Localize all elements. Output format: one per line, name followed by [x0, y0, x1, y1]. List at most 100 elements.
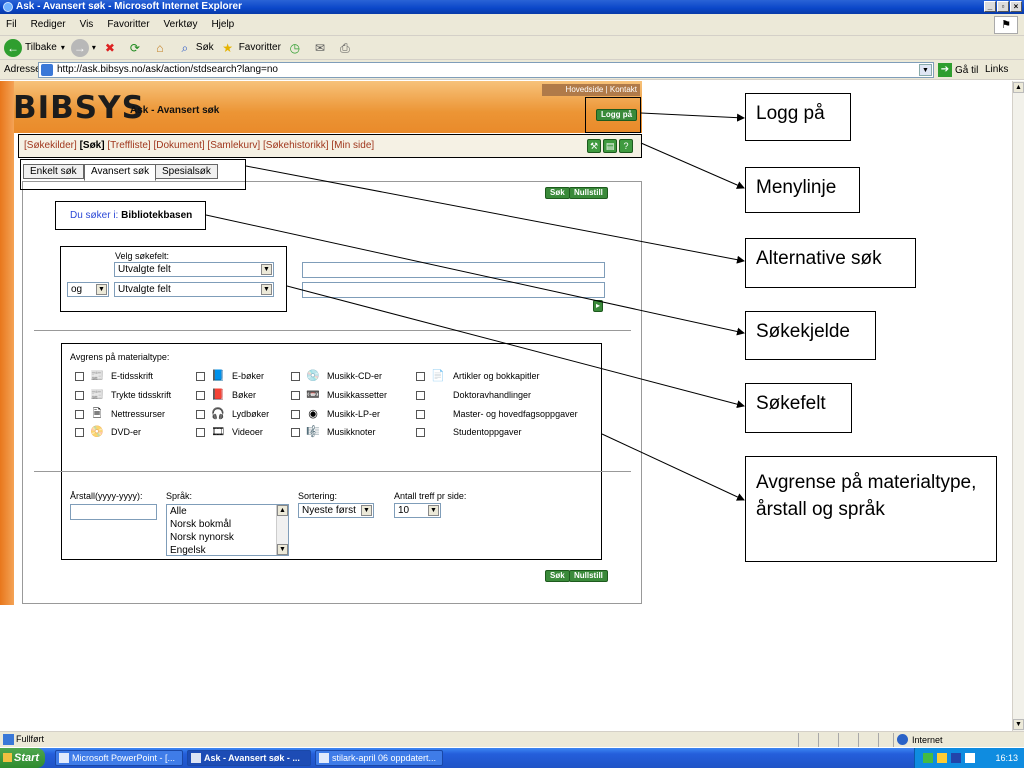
- home-button[interactable]: ⌂: [152, 40, 171, 56]
- source-value[interactable]: Bibliotekbasen: [121, 210, 192, 221]
- search-term-input-2[interactable]: [302, 282, 605, 298]
- tray-icon[interactable]: [951, 753, 961, 763]
- login-button[interactable]: Logg på: [596, 109, 638, 121]
- nav-item-mypage[interactable]: [Min side]: [331, 140, 374, 151]
- tray-icon[interactable]: [965, 753, 975, 763]
- tray-icon[interactable]: [937, 753, 947, 763]
- material-checkbox[interactable]: [196, 428, 205, 437]
- start-button[interactable]: Start: [0, 748, 45, 768]
- refresh-button[interactable]: ⟳: [127, 40, 146, 56]
- menu-help[interactable]: Hjelp: [211, 19, 234, 30]
- material-checkbox[interactable]: [291, 391, 300, 400]
- menu-edit[interactable]: Rediger: [31, 19, 66, 30]
- task-ie[interactable]: Ask - Avansert søk - ...: [187, 750, 311, 766]
- forward-button[interactable]: → ▾: [70, 38, 96, 57]
- material-checkbox[interactable]: [416, 410, 425, 419]
- tab-special-search[interactable]: Spesialsøk: [155, 164, 218, 179]
- stop-button[interactable]: ✖: [102, 40, 121, 56]
- task-powerpoint[interactable]: Microsoft PowerPoint - [...: [55, 750, 183, 766]
- menu-view[interactable]: Vis: [80, 19, 94, 30]
- material-checkbox[interactable]: [75, 372, 84, 381]
- menu-tools[interactable]: Verktøy: [164, 19, 198, 30]
- material-checkbox[interactable]: [75, 410, 84, 419]
- language-option[interactable]: Norsk nynorsk: [167, 531, 288, 544]
- material-checkbox[interactable]: [416, 372, 425, 381]
- sort-label: Sortering:: [298, 491, 338, 501]
- top-links[interactable]: Hovedside | Kontakt: [542, 84, 640, 96]
- field-select-1[interactable]: Utvalgte felt ▼: [114, 262, 274, 277]
- music-cd-icon: 💿: [306, 370, 320, 382]
- material-checkbox[interactable]: [196, 372, 205, 381]
- login-highlight-box: Logg på: [585, 97, 641, 133]
- year-input[interactable]: [70, 504, 157, 520]
- mail-button[interactable]: ✉: [312, 40, 331, 56]
- nav-item-history[interactable]: [Søkehistorikk]: [263, 140, 329, 151]
- maximize-button[interactable]: ▫: [997, 1, 1009, 12]
- taskbar: Start Microsoft PowerPoint - [... Ask - …: [0, 748, 1024, 768]
- ie-icon: [3, 2, 13, 12]
- address-input[interactable]: http://ask.bibsys.no/ask/action/stdsearc…: [38, 62, 934, 78]
- nav-item-basket[interactable]: [Samlekurv]: [207, 140, 260, 151]
- minimize-button[interactable]: _: [984, 1, 996, 12]
- go-button[interactable]: ➔ Gå til: [938, 63, 978, 77]
- scroll-down-icon[interactable]: ▼: [1013, 719, 1024, 730]
- hits-value: 10: [398, 505, 410, 516]
- language-listbox[interactable]: Alle Norsk bokmål Norsk nynorsk Engelsk …: [166, 504, 289, 556]
- tray-icon[interactable]: [923, 753, 933, 763]
- favorites-label: Favoritter: [238, 42, 281, 53]
- print-button[interactable]: ⎙: [337, 40, 356, 56]
- favorites-button[interactable]: ★ Favoritter: [220, 40, 281, 56]
- language-option[interactable]: Engelsk: [167, 544, 288, 557]
- tab-simple-search[interactable]: Enkelt søk: [23, 164, 84, 179]
- menu-file[interactable]: Fil: [6, 19, 17, 30]
- material-checkbox[interactable]: [416, 391, 425, 400]
- nav-item-search[interactable]: [Søk]: [80, 140, 105, 151]
- material-checkbox[interactable]: [291, 372, 300, 381]
- operator-select[interactable]: og ▼: [67, 282, 109, 297]
- search-term-input-1[interactable]: [302, 262, 605, 278]
- scroll-up-icon[interactable]: ▲: [277, 505, 288, 516]
- task-label: stilark-april 06 oppdatert...: [332, 753, 437, 763]
- add-field-icon[interactable]: ▸: [593, 300, 604, 312]
- search-button-top[interactable]: Søk: [545, 187, 570, 199]
- tools-icon[interactable]: ⚒: [587, 139, 601, 153]
- material-checkbox[interactable]: [75, 428, 84, 437]
- listbox-scrollbar[interactable]: ▲ ▼: [276, 505, 288, 555]
- material-checkbox[interactable]: [75, 391, 84, 400]
- print-icon[interactable]: ▤: [603, 139, 617, 153]
- bibsys-logo[interactable]: BIBSYS: [13, 90, 145, 126]
- material-title: Avgrens på materialtype:: [70, 352, 170, 362]
- tab-advanced-search[interactable]: Avansert søk: [84, 164, 157, 181]
- history-button[interactable]: ◷: [287, 40, 306, 56]
- language-option[interactable]: Norsk bokmål: [167, 518, 288, 531]
- language-option[interactable]: Alle: [167, 505, 288, 518]
- reset-button-bottom[interactable]: Nullstill: [569, 570, 608, 582]
- chevron-down-icon: ▼: [261, 264, 272, 275]
- address-dropdown-icon[interactable]: ▼: [919, 64, 932, 76]
- back-button[interactable]: ← Tilbake ▾: [4, 38, 65, 57]
- close-button[interactable]: ×: [1010, 1, 1022, 12]
- field-select-2[interactable]: Utvalgte felt ▼: [114, 282, 274, 297]
- material-label: Master- og hovedfagsoppgaver: [453, 409, 578, 419]
- scroll-up-icon[interactable]: ▲: [1013, 82, 1024, 93]
- menu-favorites[interactable]: Favoritter: [107, 19, 149, 30]
- search-button[interactable]: ⌕ Søk: [177, 40, 214, 56]
- nav-item-sources[interactable]: [Søkekilder]: [24, 140, 77, 151]
- material-checkbox[interactable]: [416, 428, 425, 437]
- sort-select[interactable]: Nyeste først ▼: [298, 503, 374, 518]
- links-button[interactable]: Links: [985, 64, 1008, 75]
- nav-item-document[interactable]: [Dokument]: [154, 140, 205, 151]
- reset-button-top[interactable]: Nullstill: [569, 187, 608, 199]
- hits-select[interactable]: 10 ▼: [394, 503, 441, 518]
- search-button-bottom[interactable]: Søk: [545, 570, 570, 582]
- material-label: DVD-er: [111, 427, 142, 437]
- material-checkbox[interactable]: [291, 410, 300, 419]
- material-checkbox[interactable]: [291, 428, 300, 437]
- vertical-scrollbar[interactable]: ▲ ▼: [1012, 81, 1024, 731]
- material-checkbox[interactable]: [196, 410, 205, 419]
- nav-item-hitlist[interactable]: [Treffliste]: [107, 140, 150, 151]
- scroll-down-icon[interactable]: ▼: [277, 544, 288, 555]
- help-icon[interactable]: ?: [619, 139, 633, 153]
- task-word[interactable]: stilark-april 06 oppdatert...: [315, 750, 443, 766]
- material-checkbox[interactable]: [196, 391, 205, 400]
